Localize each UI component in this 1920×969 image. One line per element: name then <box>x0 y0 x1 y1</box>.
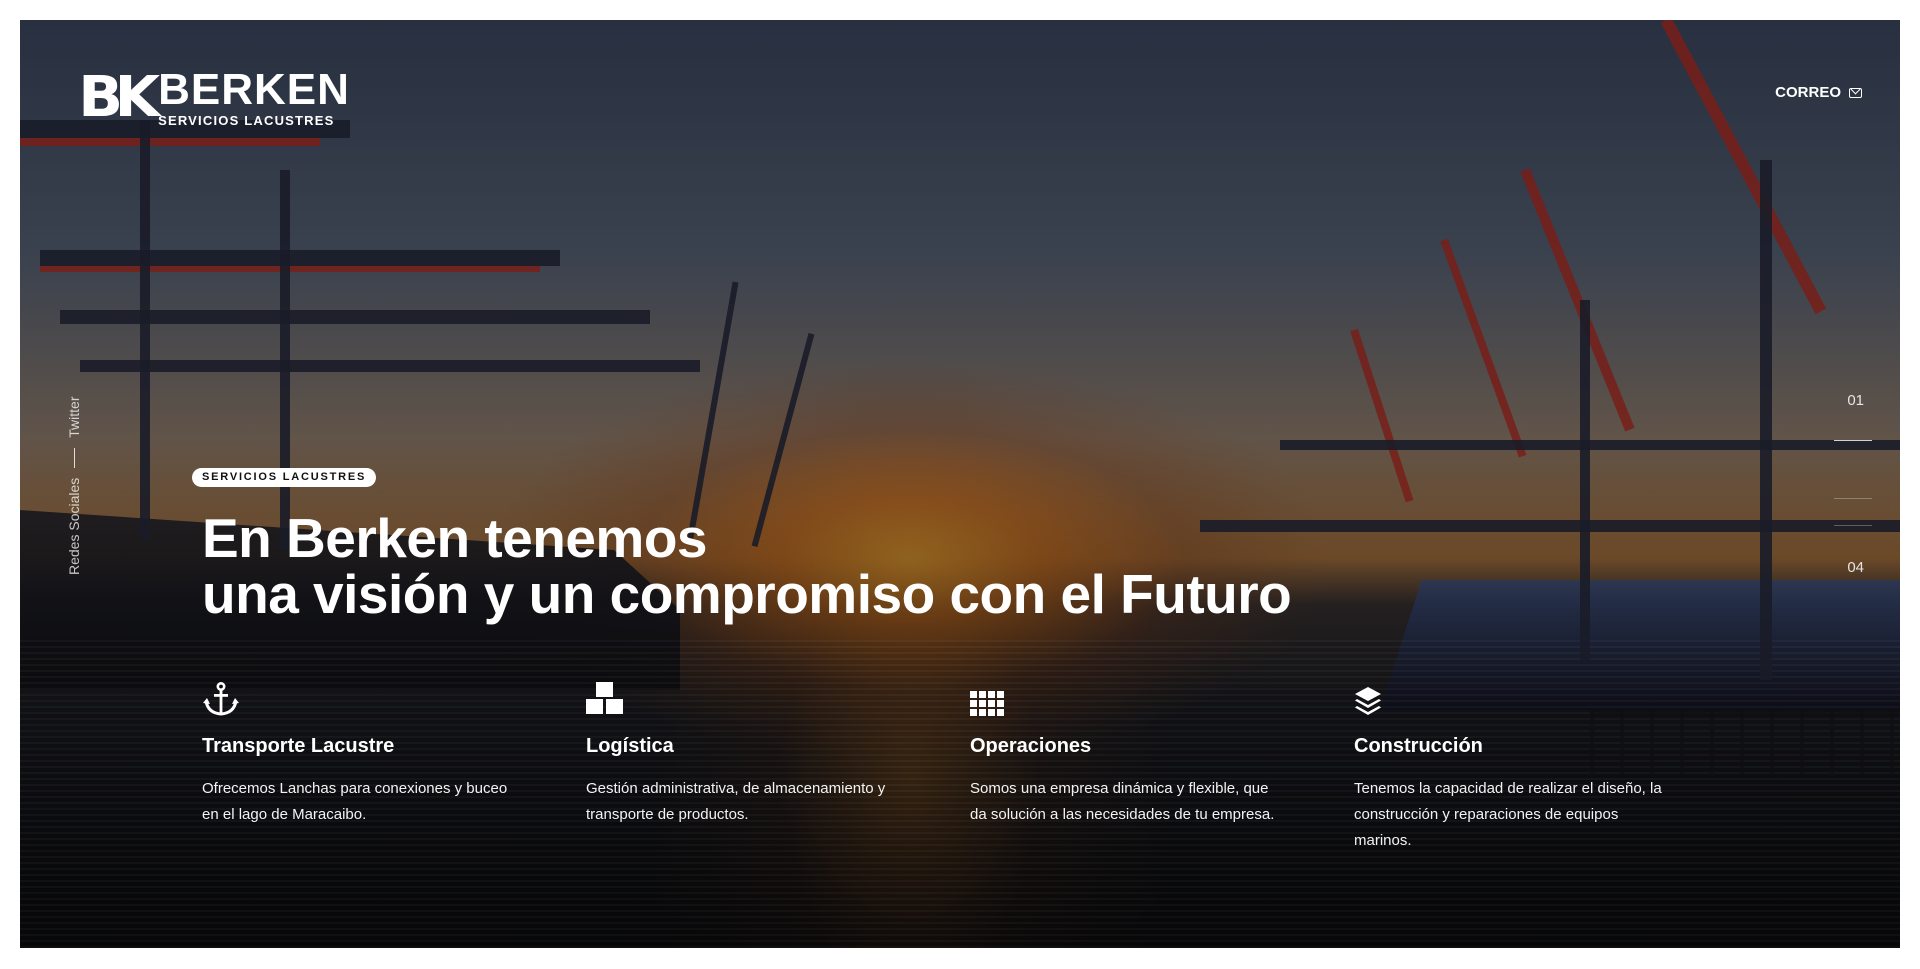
hero-headline: En Berken tenemos una visión y un compro… <box>202 507 1292 625</box>
crane-boom <box>1520 168 1635 432</box>
feature-title: Operaciones <box>970 735 1092 757</box>
crane-leg <box>1760 160 1772 680</box>
layers-icon <box>1354 680 1694 716</box>
logo-mark: BK <box>78 64 160 130</box>
hero-slide: BK BERKEN SERVICIOS LACUSTRES CORREO Red… <box>20 20 1900 948</box>
brand-name: BERKEN <box>158 65 350 114</box>
crane-beam <box>40 266 540 272</box>
crane-beam <box>1280 440 1900 450</box>
feature-construccion: Construcción Tenemos la capacidad de rea… <box>1354 680 1694 854</box>
feature-transporte: Transporte Lacustre Ofrecemos Lanchas pa… <box>202 680 542 828</box>
social-link-twitter[interactable]: Twitter <box>66 396 82 437</box>
crane-boom <box>1350 328 1414 503</box>
pager-current[interactable]: 01 <box>1847 392 1864 409</box>
boxes-icon <box>586 680 926 716</box>
mail-label: CORREO <box>1775 84 1841 101</box>
feature-desc-line: Gestión administrativa, de almacenamient… <box>586 780 886 797</box>
mail-link[interactable]: CORREO <box>1775 84 1862 101</box>
crane-beam <box>1200 520 1900 532</box>
hero-badge: SERVICIOS LACUSTRES <box>192 468 377 487</box>
crane-leg <box>140 120 150 540</box>
crane-beam <box>20 138 320 146</box>
feature-desc-line: Ofrecemos Lanchas para conexiones y buce… <box>202 780 508 797</box>
crane-leg <box>687 281 739 539</box>
crane-boom <box>1440 238 1527 458</box>
social-label: Redes Sociales <box>66 477 82 575</box>
feature-title: Construcción <box>1354 735 1483 757</box>
feature-description: Ofrecemos Lanchas para conexiones y buce… <box>202 776 542 828</box>
feature-logistica: Logística Gestión administrativa, de alm… <box>586 680 926 828</box>
feature-operaciones: Operaciones Somos una empresa dinámica y… <box>970 680 1310 828</box>
social-links: Redes Sociales Twitter <box>66 396 82 575</box>
feature-desc-line: da solución a las necesidades de tu empr… <box>970 806 1275 823</box>
feature-description: Somos una empresa dinámica y flexible, q… <box>970 776 1310 828</box>
feature-title: Logística <box>586 735 674 757</box>
crane-leg <box>1580 300 1590 660</box>
anchor-icon <box>202 680 542 716</box>
crane-leg <box>280 170 290 550</box>
pager-line[interactable] <box>1834 498 1872 499</box>
pager-line-active[interactable] <box>1834 440 1872 441</box>
feature-desc-line: transporte de productos. <box>586 806 749 823</box>
social-divider <box>73 447 75 468</box>
feature-desc-line: marinos. <box>1354 832 1412 849</box>
feature-desc-line: Tenemos la capacidad de realizar el dise… <box>1354 780 1662 797</box>
brand-logo[interactable]: BK BERKEN SERVICIOS LACUSTRES <box>78 64 350 130</box>
grid-icon <box>970 680 1310 716</box>
feature-desc-line: construcción y reparaciones de equipos <box>1354 806 1619 823</box>
crane-beam <box>40 250 560 266</box>
brand-tagline: SERVICIOS LACUSTRES <box>158 113 335 128</box>
pager-line[interactable] <box>1834 525 1872 526</box>
feature-desc-line: Somos una empresa dinámica y flexible, q… <box>970 780 1269 797</box>
crane-beam <box>80 360 700 372</box>
feature-description: Tenemos la capacidad de realizar el dise… <box>1354 776 1694 854</box>
hero-headline-line2: una visión y un compromiso con el Futuro <box>202 563 1292 625</box>
feature-title: Transporte Lacustre <box>202 735 395 757</box>
feature-desc-line: en el lago de Maracaibo. <box>202 806 367 823</box>
hero-headline-line1: En Berken tenemos <box>202 507 708 569</box>
feature-description: Gestión administrativa, de almacenamient… <box>586 776 926 828</box>
pager-total[interactable]: 04 <box>1847 559 1864 576</box>
envelope-icon <box>1849 87 1862 98</box>
crane-boom <box>1660 20 1827 315</box>
